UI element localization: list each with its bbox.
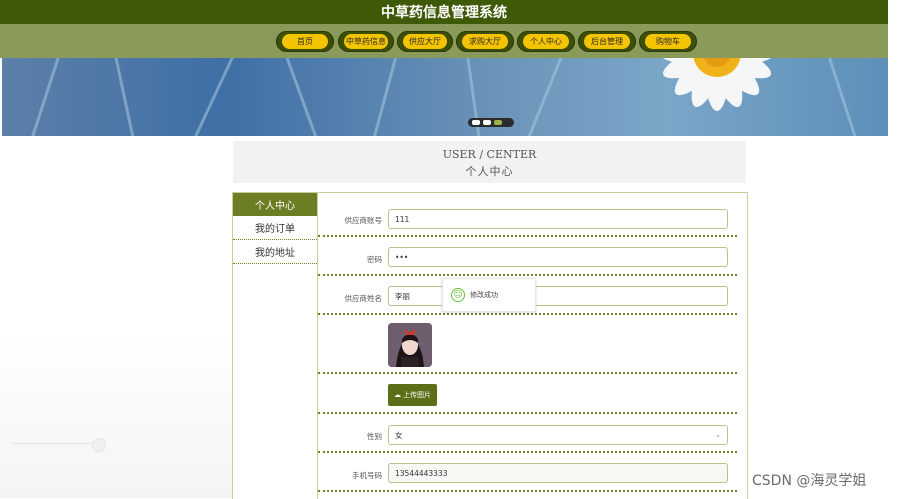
upload-button-label: 上传图片: [403, 391, 431, 399]
form-row-upload: ☁ 上传图片: [318, 374, 737, 414]
nav-personal-center[interactable]: 个人中心: [517, 31, 575, 52]
avatar[interactable]: [388, 323, 432, 367]
gender-select-value: 女: [395, 430, 403, 440]
chevron-down-icon: ⌄: [715, 431, 721, 439]
nav-purchase-hall-label: 求购大厅: [462, 34, 508, 49]
banner-carousel: [2, 58, 888, 136]
upload-image-button[interactable]: ☁ 上传图片: [388, 384, 437, 406]
nav-cart[interactable]: 购物车: [639, 31, 697, 52]
nav-admin[interactable]: 后台管理: [578, 31, 636, 52]
slider-knob[interactable]: [92, 438, 106, 452]
carousel-dots: [468, 118, 514, 127]
site-title-bar: 中草药信息管理系统: [0, 0, 888, 24]
success-toast: ☺ 修改成功: [442, 278, 536, 312]
password-label: 密码: [367, 255, 382, 264]
nav-herb-info[interactable]: 中草药信息: [338, 31, 394, 52]
main-nav: 首页 中草药信息 供应大厅 求购大厅 个人中心 后台管理 购物车: [0, 24, 888, 58]
nav-cart-label: 购物车: [645, 34, 691, 49]
nav-supply-hall[interactable]: 供应大厅: [397, 31, 453, 52]
form-row-password: 密码 •••: [318, 237, 737, 276]
watermark: CSDN @海灵学姐: [752, 473, 867, 489]
supplier-account-input[interactable]: 111: [388, 209, 728, 229]
cloud-upload-icon: ☁: [394, 391, 401, 399]
sidebar-item-label: 个人中心: [255, 201, 295, 212]
site-title: 中草药信息管理系统: [381, 5, 507, 21]
toast-message: 修改成功: [470, 291, 498, 299]
supplier-name-label: 供应商姓名: [344, 294, 383, 303]
nav-home-label: 首页: [282, 34, 328, 49]
phone-label: 手机号码: [352, 471, 382, 480]
carousel-dot-active[interactable]: [494, 120, 502, 125]
page-header: USER / CENTER 个人中心: [233, 141, 746, 183]
nav-herb-info-label: 中草药信息: [344, 34, 388, 49]
left-background: [0, 330, 232, 498]
gender-label: 性别: [367, 432, 382, 441]
sidebar-item-my-address[interactable]: 我的地址: [233, 240, 317, 264]
form-row-account: 供应商账号 111: [318, 193, 737, 237]
carousel-dot[interactable]: [472, 120, 480, 125]
nav-personal-center-label: 个人中心: [523, 34, 569, 49]
slider-track: [12, 443, 102, 444]
nav-supply-hall-label: 供应大厅: [403, 34, 447, 49]
gender-select[interactable]: 女 ⌄: [388, 425, 728, 445]
form-row-phone: 手机号码 13544443333: [318, 453, 737, 492]
supplier-name-input[interactable]: 李丽: [388, 286, 728, 306]
nav-admin-label: 后台管理: [584, 34, 630, 49]
daisy-image: [659, 58, 775, 111]
supplier-account-label: 供应商账号: [344, 216, 383, 225]
carousel-dot[interactable]: [483, 120, 491, 125]
sidebar-item-label: 我的地址: [255, 248, 295, 259]
page-title-en: USER / CENTER: [442, 148, 537, 161]
sidebar: 个人中心 我的订单 我的地址: [233, 193, 318, 499]
password-input[interactable]: •••: [388, 247, 728, 267]
form-row-avatar: [318, 315, 737, 374]
sidebar-item-personal-center[interactable]: 个人中心: [233, 193, 317, 216]
nav-home[interactable]: 首页: [276, 31, 334, 52]
form-row-gender: 性别 女 ⌄: [318, 414, 737, 453]
smile-icon: ☺: [451, 288, 465, 302]
phone-input[interactable]: 13544443333: [388, 463, 728, 483]
sidebar-item-my-orders[interactable]: 我的订单: [233, 216, 317, 240]
sidebar-item-label: 我的订单: [255, 224, 295, 235]
page-title-cn: 个人中心: [465, 165, 514, 178]
nav-purchase-hall[interactable]: 求购大厅: [456, 31, 514, 52]
user-center-panel: 个人中心 我的订单 我的地址 供应商账号 111 密码 ••• 供应商姓名 李丽: [232, 192, 748, 499]
